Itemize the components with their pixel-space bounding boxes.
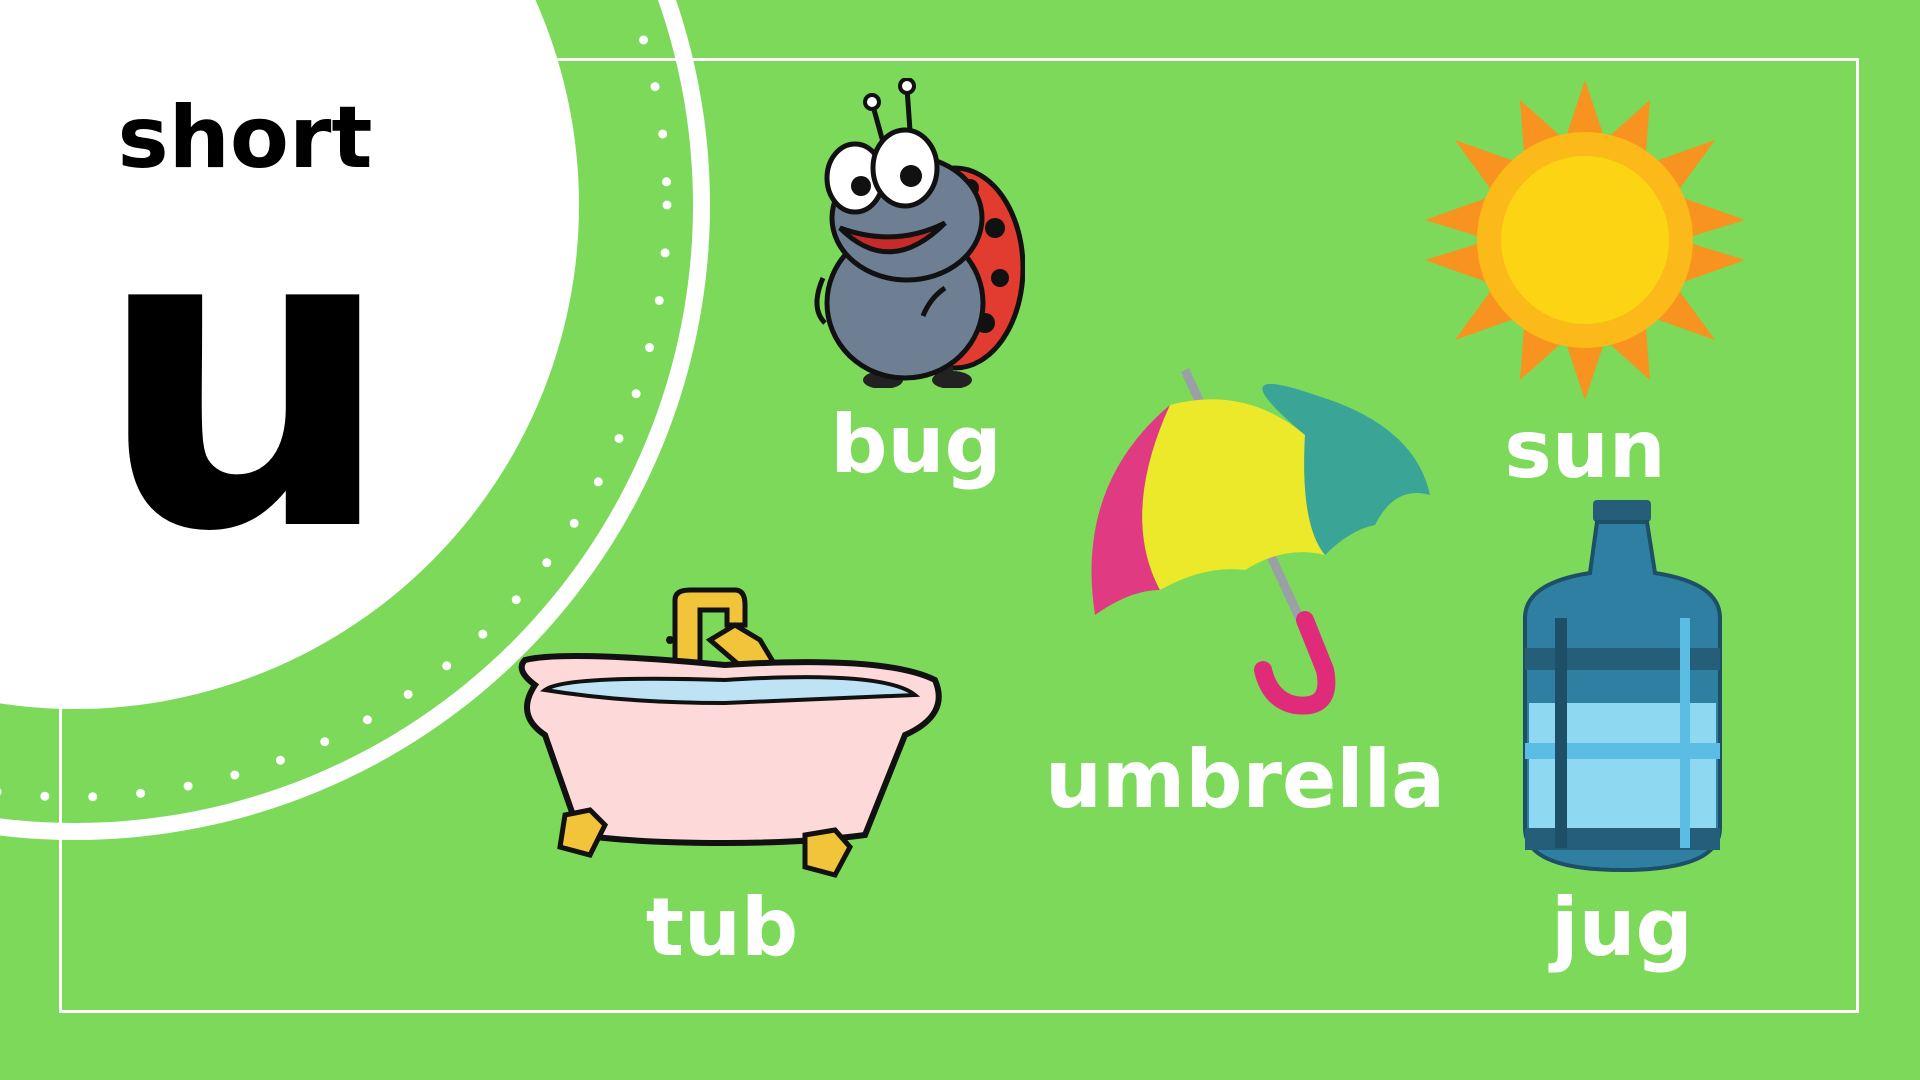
word-bug: bug: [830, 398, 1002, 491]
water-jug-icon: [1523, 500, 1722, 873]
umbrella-icon: [1091, 368, 1430, 715]
sun-icon: [1425, 80, 1745, 400]
word-sun: sun: [1504, 403, 1666, 496]
word-umbrella: umbrella: [1044, 733, 1446, 826]
ladybug-icon: [814, 78, 1025, 388]
word-tub: tub: [645, 881, 799, 974]
bathtub-icon: [518, 587, 942, 878]
slide: short u bug sun umbrella tub jug: [0, 0, 1920, 1080]
title-letter: u: [95, 135, 395, 624]
word-jug: jug: [1551, 881, 1693, 974]
